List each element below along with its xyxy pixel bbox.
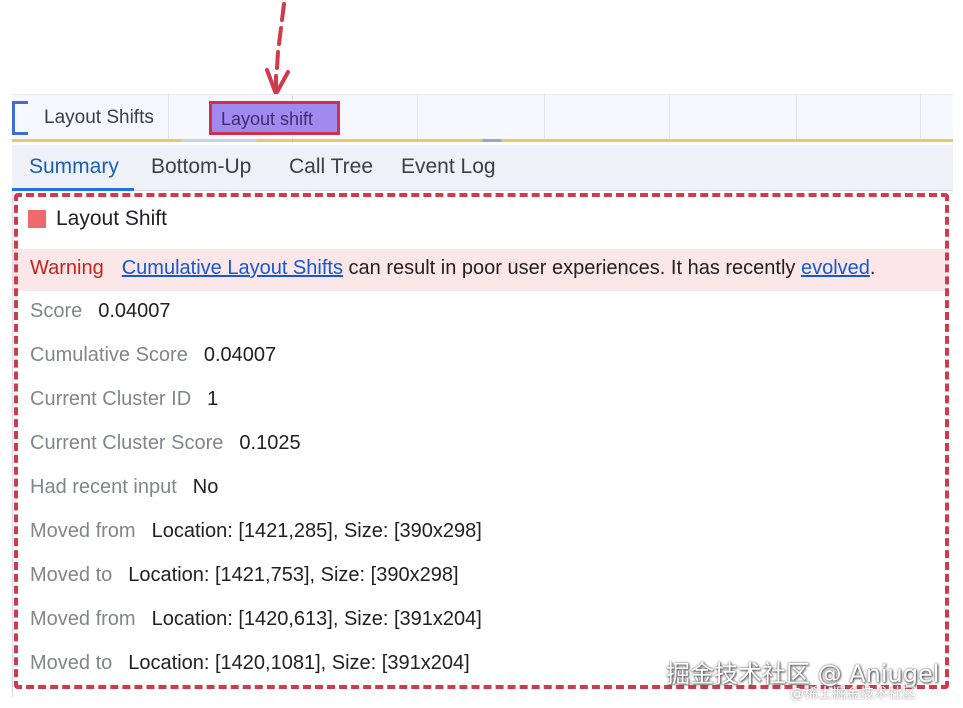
row-value: Location: [1420,1081], Size: [391x204] bbox=[128, 652, 470, 674]
row-key: Moved from bbox=[30, 608, 136, 630]
grid-line bbox=[669, 95, 670, 141]
details-tabbar: Summary Bottom-Up Call Tree Event Log bbox=[12, 145, 953, 191]
layout-shifts-track: Layout Shifts Layout shift bbox=[12, 94, 953, 142]
row-key: Had recent input bbox=[30, 476, 177, 498]
tab-event-log[interactable]: Event Log bbox=[401, 155, 496, 179]
category-swatch bbox=[28, 210, 46, 228]
detail-row-cluster-score: Current Cluster Score 0.1025 bbox=[30, 432, 301, 455]
row-key: Moved to bbox=[30, 652, 113, 674]
tab-call-tree[interactable]: Call Tree bbox=[289, 155, 373, 179]
row-value: Location: [1421,285], Size: [390x298] bbox=[151, 520, 482, 542]
detail-row-moved-from: Moved from Location: [1420,613], Size: [3… bbox=[30, 608, 482, 631]
grid-line bbox=[168, 95, 169, 141]
row-key: Moved to bbox=[30, 564, 113, 586]
row-value: 0.1025 bbox=[239, 432, 301, 454]
evolved-link[interactable]: evolved bbox=[801, 257, 870, 279]
grid-line bbox=[920, 95, 921, 141]
warning-label: Warning bbox=[30, 257, 104, 279]
warning-banner: Warning Cumulative Layout Shifts can resu… bbox=[13, 249, 948, 291]
warning-text: can result in poor user experiences. It … bbox=[342, 257, 801, 279]
row-value: Location: [1420,613], Size: [391x204] bbox=[151, 608, 482, 630]
row-value: Location: [1421,753], Size: [390x298] bbox=[128, 564, 459, 586]
row-value: 0.04007 bbox=[98, 300, 171, 322]
grid-line bbox=[796, 95, 797, 141]
annotation-arrow bbox=[265, 2, 290, 96]
row-value: 0.04007 bbox=[203, 344, 277, 366]
activity-strip bbox=[12, 139, 953, 142]
tab-bottom-up[interactable]: Bottom-Up bbox=[151, 155, 251, 179]
track-label: Layout Shifts bbox=[44, 107, 154, 128]
summary-title-row: Layout Shift bbox=[28, 207, 167, 231]
track-collapse-bracket[interactable] bbox=[12, 101, 28, 135]
tab-summary[interactable]: Summary bbox=[29, 155, 119, 179]
row-key: Current Cluster Score bbox=[30, 432, 224, 454]
row-key: Score bbox=[30, 300, 83, 322]
detail-row-score: Score 0.04007 bbox=[30, 300, 171, 323]
row-key: Current Cluster ID bbox=[30, 388, 192, 410]
row-value: 1 bbox=[207, 388, 219, 410]
detail-row-moved-to: Moved to Location: [1420,1081], Size: [39… bbox=[30, 652, 470, 675]
grid-line bbox=[544, 95, 545, 141]
detail-row-cluster-id: Current Cluster ID 1 bbox=[30, 388, 218, 411]
detail-row-moved-to: Moved to Location: [1421,753], Size: [390… bbox=[30, 564, 459, 587]
row-value: No bbox=[192, 476, 219, 498]
summary-title: Layout Shift bbox=[56, 207, 167, 230]
detail-row-moved-from: Moved from Location: [1421,285], Size: [3… bbox=[30, 520, 482, 543]
cls-link[interactable]: Cumulative Layout Shifts bbox=[122, 257, 343, 279]
layout-shift-event[interactable]: Layout shift bbox=[209, 101, 340, 135]
detail-row-recent-input: Had recent input No bbox=[30, 476, 218, 499]
row-key: Cumulative Score bbox=[30, 344, 188, 366]
row-key: Moved from bbox=[30, 520, 136, 542]
detail-row-cumulative-score: Cumulative Score 0.04007 bbox=[30, 344, 276, 367]
watermark-sub: @稀土掘金技术社区 bbox=[790, 686, 916, 702]
warning-end: . bbox=[869, 257, 876, 279]
grid-line bbox=[417, 95, 418, 141]
